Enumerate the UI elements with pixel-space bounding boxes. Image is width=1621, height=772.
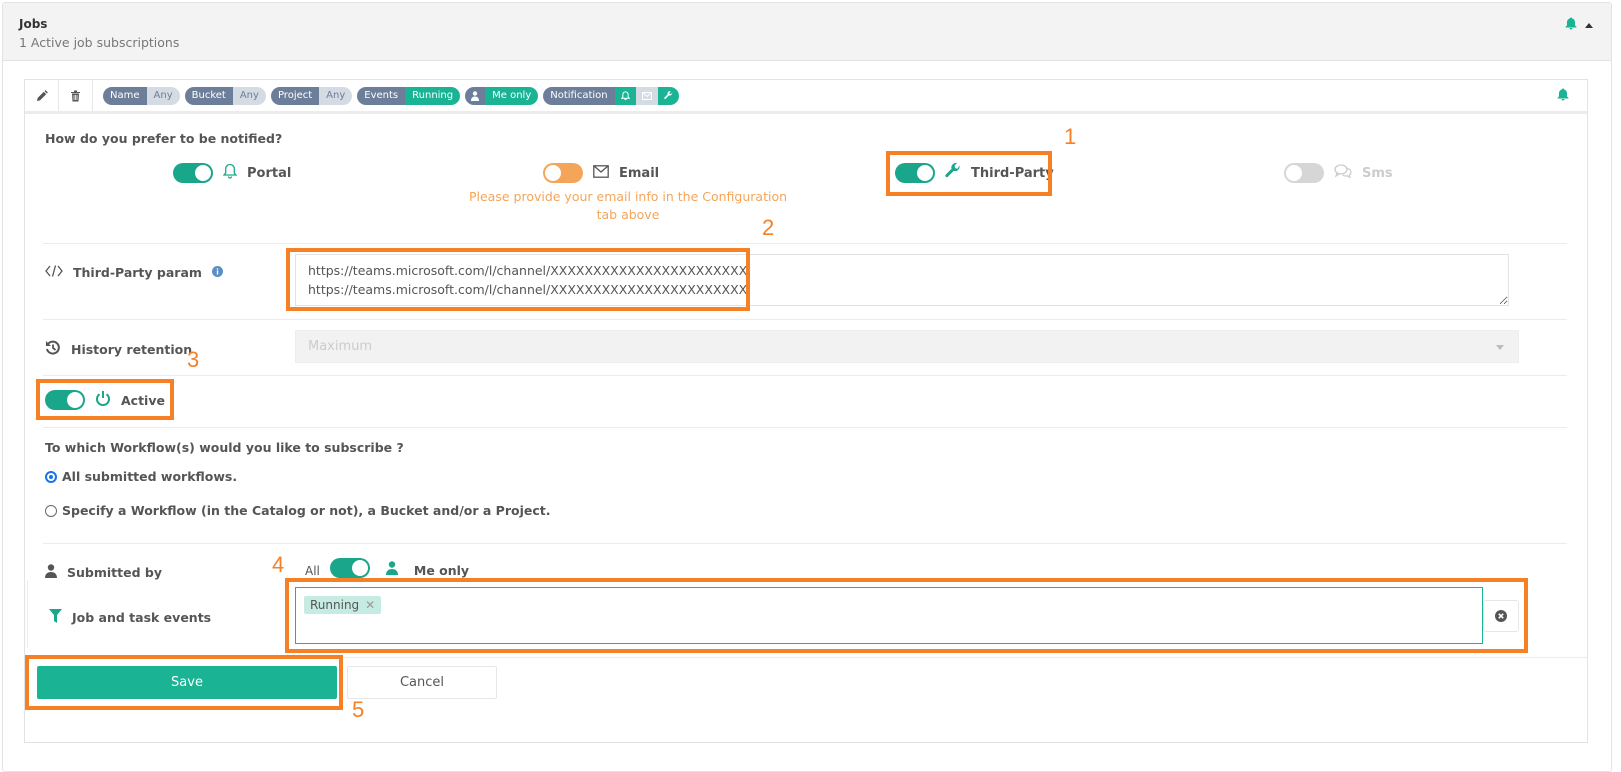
wrench-icon [945,163,961,183]
third-party-toggle[interactable] [895,163,935,183]
filter-pill-name[interactable]: Name Any [103,86,180,105]
sms-label: Sms [1362,165,1393,181]
radio-button[interactable] [45,504,57,517]
active-row: Active [45,390,165,410]
email-toggle[interactable] [543,163,583,183]
bell-icon [222,163,238,183]
radio-all-workflows[interactable]: All submitted workflows. [45,469,237,484]
radio-button[interactable] [45,470,57,483]
filter-pill-events[interactable]: Events Running [357,86,461,105]
remove-tag-icon[interactable]: ✕ [365,598,375,612]
history-icon [45,340,61,359]
third-party-param-input[interactable] [295,254,1509,306]
panel-subtitle: 1 Active job subscriptions [19,35,180,50]
divider [43,243,1567,244]
sms-toggle[interactable] [1284,163,1324,183]
event-tag: Running ✕ [304,596,382,614]
history-retention-label: History retention [45,340,192,359]
portal-label: Portal [247,165,292,181]
chevron-down-icon [1496,345,1504,350]
notify-question: How do you prefer to be notified? [45,131,283,146]
notify-option-third-party: Third-Party [895,163,1054,183]
annotation-number-3: 3 [187,347,200,372]
third-party-param-label: Third-Party param [45,265,223,280]
radio-specify-workflow[interactable]: Specify a Workflow (in the Catalog or no… [45,503,550,518]
notify-option-portal: Portal [173,163,291,183]
subscription-card: Name Any Bucket Any Project Any Events R… [24,79,1588,743]
divider [43,543,1567,544]
history-retention-select: Maximum [295,330,1519,363]
annotation-number-4: 4 [272,552,285,577]
email-label: Email [619,165,660,181]
divider [43,427,1567,428]
portal-toggle[interactable] [173,163,213,183]
code-icon [45,265,63,280]
notify-option-sms: Sms [1284,163,1393,183]
email-warning: Please provide your email info in the Co… [468,189,788,222]
panel-title: Jobs [19,17,48,31]
jobs-panel-header[interactable]: Jobs 1 Active job subscriptions [3,3,1611,61]
edit-button[interactable] [25,80,59,111]
events-label: Job and task events [49,609,211,626]
submitted-by-switch: All Me only [305,558,469,578]
delete-button[interactable] [59,80,93,111]
submitted-by-label: Submitted by [45,564,162,581]
comments-icon [1334,164,1352,182]
bell-icon [614,86,636,105]
divider [25,657,1587,658]
events-multiselect[interactable]: Running ✕ [295,587,1483,644]
filter-pill-project[interactable]: Project Any [270,86,353,105]
annotation-number-1: 1 [1064,124,1077,149]
cancel-button[interactable]: Cancel [347,666,497,699]
divider [27,580,28,648]
user-icon [465,86,486,105]
filter-pill-bucket[interactable]: Bucket Any [184,86,266,105]
submitted-by-toggle[interactable] [329,558,370,578]
wrench-icon [657,86,679,105]
clear-events-button[interactable] [1483,600,1519,632]
envelope-icon [635,86,658,105]
envelope-icon [593,164,609,182]
user-icon [385,561,398,578]
annotation-number-2: 2 [762,215,775,240]
bell-icon [1557,88,1569,105]
divider [43,375,1567,376]
annotation-number-5: 5 [352,697,365,722]
notify-option-email: Email [543,163,659,183]
clear-icon [1495,610,1507,622]
user-icon [45,564,57,581]
bell-icon [1565,17,1577,34]
filter-pill-submitter[interactable]: Me only [465,86,539,105]
divider [43,319,1567,320]
filter-icon [49,609,62,626]
info-icon[interactable] [211,265,223,280]
collapse-caret-icon[interactable] [1585,23,1593,28]
filter-pill-notification[interactable]: Notification [543,86,679,105]
active-toggle[interactable] [45,390,85,410]
pencil-icon [36,89,48,101]
trash-icon [71,90,80,101]
subscription-toolbar: Name Any Bucket Any Project Any Events R… [25,80,1587,114]
save-button[interactable]: Save [37,666,337,699]
workflow-question: To which Workflow(s) would you like to s… [45,440,404,455]
power-icon [95,390,111,410]
filter-pills: Name Any Bucket Any Project Any Events R… [93,86,679,105]
third-party-label: Third-Party [971,165,1054,181]
